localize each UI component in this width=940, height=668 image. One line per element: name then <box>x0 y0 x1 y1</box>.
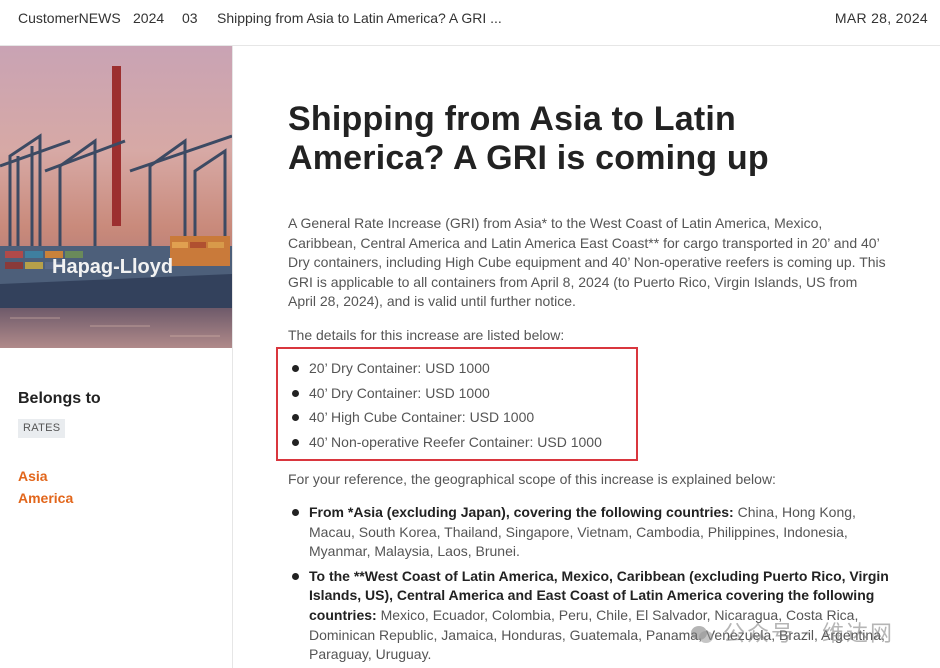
hero-image: Hapag-Lloyd <box>0 46 232 348</box>
hapag-lloyd-logo-text: Hapag-Lloyd <box>52 256 173 278</box>
article-title: Shipping from Asia to Latin America? A G… <box>288 100 769 177</box>
publish-date: MAR 28, 2024 <box>834 10 928 26</box>
rates-list: 20’ Dry Container: USD 1000 40’ Dry Cont… <box>289 358 602 456</box>
belongs-to-heading: Belongs to <box>18 390 101 407</box>
breadcrumb-month[interactable]: 03 <box>182 10 198 26</box>
top-navigation-bar: CustomerNEWS 2024 03 Shipping from Asia … <box>0 0 940 46</box>
scope-intro: For your reference, the geographical sco… <box>288 471 776 487</box>
details-intro: The details for this increase are listed… <box>288 327 565 343</box>
watermark: 公众号 · 维达网 <box>690 616 894 648</box>
region-link-asia[interactable]: Asia <box>18 468 48 484</box>
list-item: 20’ Dry Container: USD 1000 <box>289 358 602 383</box>
list-item: 40’ High Cube Container: USD 1000 <box>289 407 602 432</box>
breadcrumb-year[interactable]: 2024 <box>133 10 164 26</box>
list-item: 40’ Dry Container: USD 1000 <box>289 383 602 408</box>
scope-origin-label: From *Asia (excluding Japan), covering t… <box>309 504 734 520</box>
left-sidebar: Hapag-Lloyd Belongs to RATES Asia Americ… <box>0 46 233 668</box>
list-item: From *Asia (excluding Japan), covering t… <box>289 503 889 562</box>
rates-tag[interactable]: RATES <box>18 419 66 438</box>
brand-link[interactable]: CustomerNEWS <box>18 10 121 26</box>
watermark-text: 公众号 · 维达网 <box>723 622 894 647</box>
list-item: 40’ Non-operative Reefer Container: USD … <box>289 432 602 457</box>
article-intro: A General Rate Increase (GRI) from Asia*… <box>288 215 886 310</box>
wechat-icon <box>691 626 713 643</box>
region-link-america[interactable]: America <box>18 490 73 506</box>
breadcrumb-article-title: Shipping from Asia to Latin America? A G… <box>217 10 502 26</box>
